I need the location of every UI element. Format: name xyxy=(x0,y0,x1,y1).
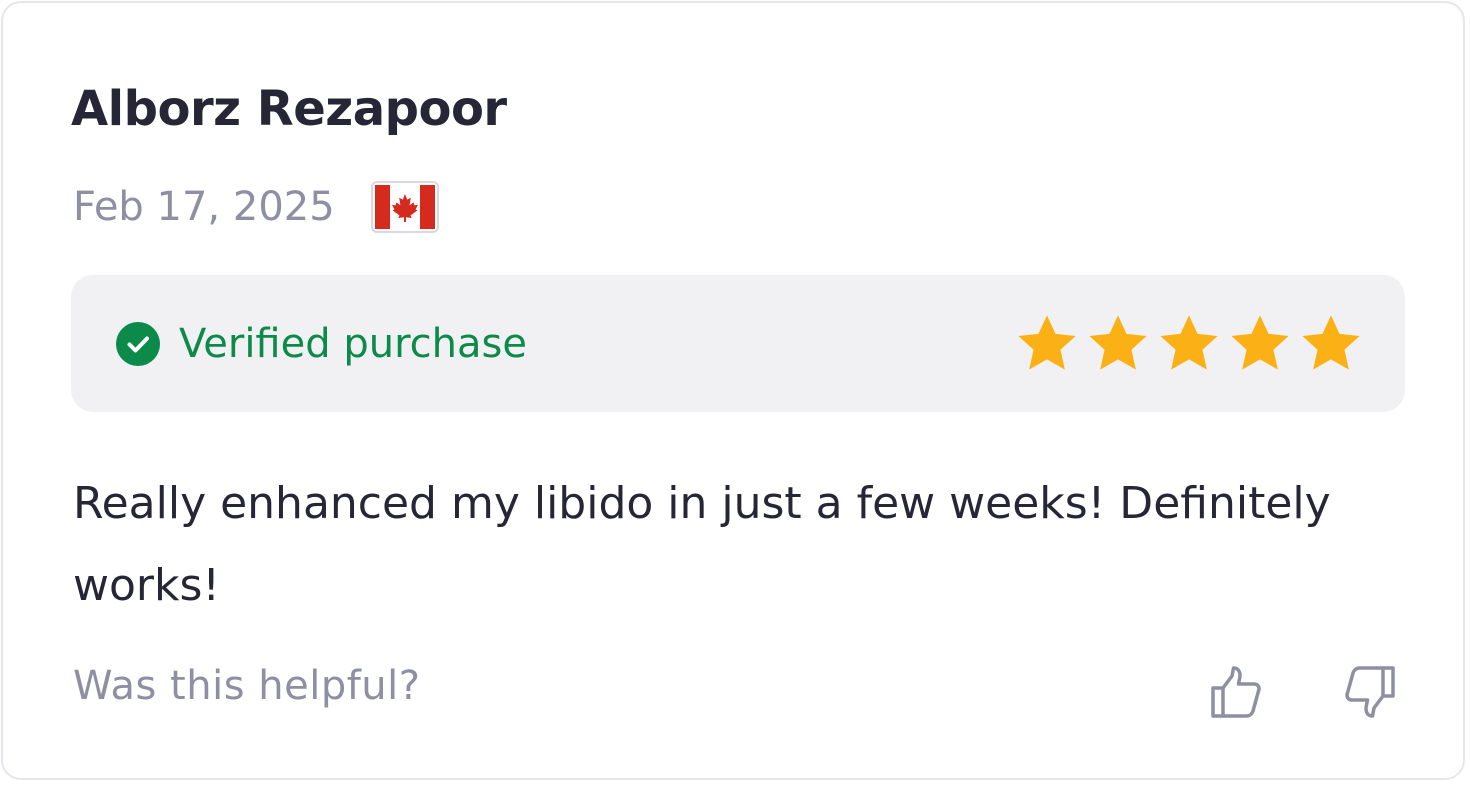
canada-flag-icon xyxy=(370,181,439,233)
star-icon xyxy=(1089,314,1147,370)
review-text: Really enhanced my libido in just a few … xyxy=(73,478,1331,611)
star-icon xyxy=(1231,314,1289,370)
verified-rating-bar: Verified purchase xyxy=(71,275,1405,412)
check-circle-icon xyxy=(116,321,160,366)
thumbs-down-icon xyxy=(1345,666,1395,718)
star-rating xyxy=(1010,275,1365,412)
verified-purchase-label: Verified purchase xyxy=(179,320,527,367)
reviewer-name: Alborz Rezapoor xyxy=(71,81,507,137)
star-icon xyxy=(1018,314,1076,370)
star-icon xyxy=(1302,314,1360,370)
thumbs-up-button[interactable] xyxy=(1209,665,1263,719)
thumbs-down-button[interactable] xyxy=(1343,665,1397,719)
review-card: Alborz Rezapoor Feb 17, 2025 Verified pu… xyxy=(1,1,1465,780)
review-date: Feb 17, 2025 xyxy=(73,184,335,230)
verified-badge: Verified purchase xyxy=(115,275,527,412)
star-icon xyxy=(1160,314,1218,370)
thumbs-up-icon xyxy=(1211,666,1261,718)
helpful-prompt: Was this helpful? xyxy=(73,663,421,709)
review-meta: Feb 17, 2025 xyxy=(73,179,439,235)
